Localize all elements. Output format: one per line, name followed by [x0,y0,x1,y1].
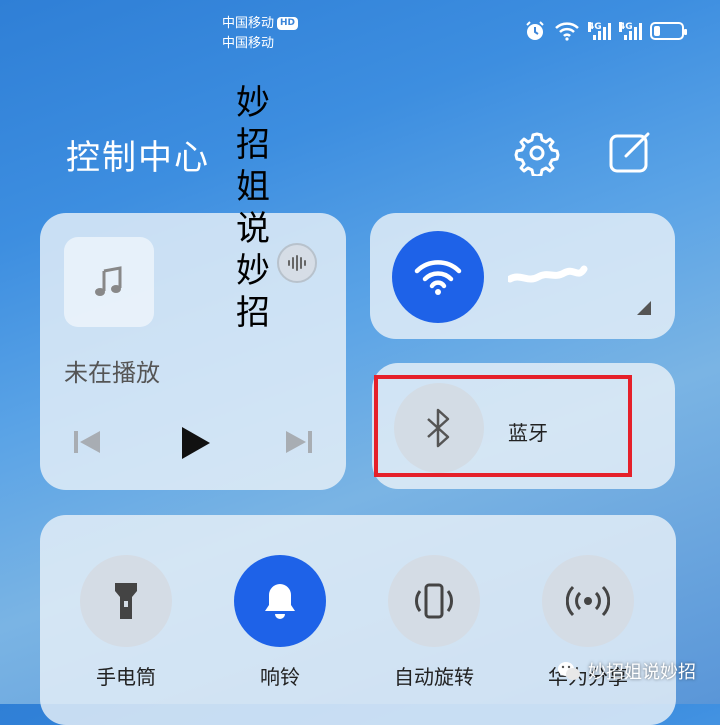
carrier-2: 中国移动 [222,36,275,51]
network-type-1: 4G [588,22,602,32]
watermark-text: 妙招姐说妙招 [588,662,696,683]
ring-button[interactable] [234,555,326,647]
auto-rotate-button[interactable] [388,555,480,647]
album-art [64,237,154,327]
music-note-icon [95,266,122,296]
wifi-network-name-redacted [508,265,588,283]
share-icon [566,585,610,617]
toggle-auto-rotate[interactable]: 自动旋转 [388,555,480,690]
wifi-card[interactable] [370,213,675,339]
expand-corner-icon[interactable] [637,301,651,315]
highlight-box [374,375,632,477]
page-title: 控制中心 [66,138,210,178]
wifi-icon [414,260,462,295]
hd-badge: HD [277,17,299,30]
audio-output-button[interactable] [277,243,317,283]
previous-icon[interactable] [72,429,102,455]
quick-toggles-card: 手电筒 响铃 自动旋转 华为分享 [40,515,676,725]
toggle-flashlight[interactable]: 手电筒 [80,555,172,690]
wechat-logo-icon [558,662,580,680]
media-card[interactable]: 未在播放 [40,213,346,490]
toggle-label: 响铃 [260,665,300,689]
edit-icon[interactable] [608,130,652,174]
toggle-label: 手电筒 [96,665,156,689]
status-bar-icons: 4G 4G [524,20,687,42]
carrier-1: 中国移动 [222,16,275,31]
rotate-icon [415,583,453,619]
flashlight-button[interactable] [80,555,172,647]
gear-icon[interactable] [514,130,560,176]
flashlight-icon [115,583,137,619]
next-icon[interactable] [284,429,314,455]
alarm-icon [526,21,544,40]
wifi-toggle[interactable] [392,231,484,323]
media-status: 未在播放 [64,359,160,387]
network-type-2: 4G [619,22,633,32]
watermark: 妙招姐说妙招 [556,658,696,684]
bell-icon [265,584,295,619]
share-button[interactable] [542,555,634,647]
overlay-text: 妙招姐说妙招 [236,83,270,333]
signal-icon: 4G [588,22,611,40]
status-bar-carriers: 中国移动 HD 中国移动 [222,14,299,54]
wifi-icon [555,22,579,41]
toggle-label: 自动旋转 [394,665,474,689]
signal-icon: 4G [619,22,642,40]
toggle-ring[interactable]: 响铃 [234,555,326,690]
audio-wave-icon [288,255,306,271]
play-icon[interactable] [178,425,212,461]
battery-icon [650,22,687,40]
